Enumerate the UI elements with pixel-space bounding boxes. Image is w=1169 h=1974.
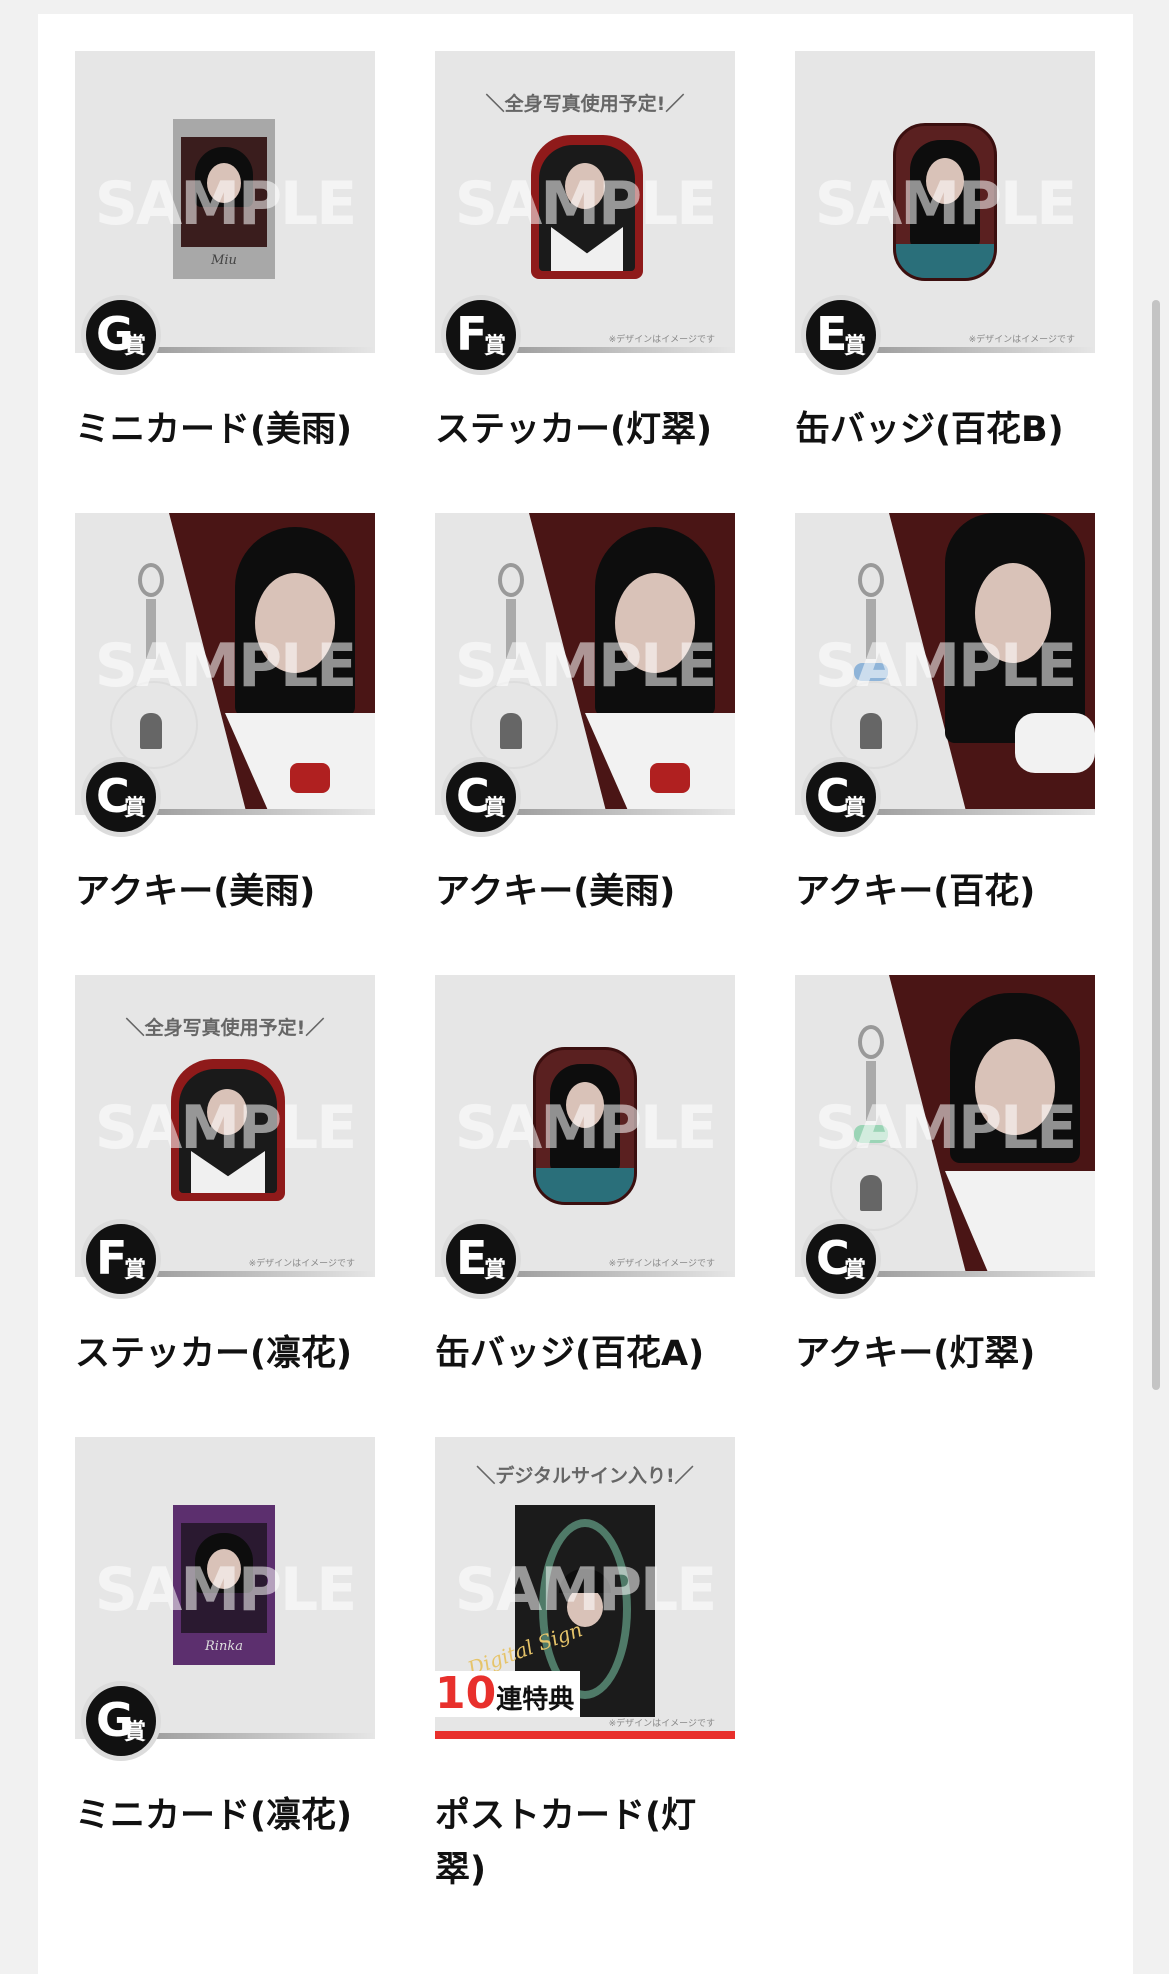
design-note: ※デザインはイメージです (248, 1259, 355, 1269)
sample-watermark: SAMPLE (94, 631, 358, 701)
product-image: SAMPLE C賞 (435, 513, 735, 837)
product-image: Rinka SAMPLE G賞 (75, 1437, 375, 1761)
product-name[interactable]: アクキー(百花) (795, 865, 1095, 919)
prize-badge: G賞 (81, 1681, 161, 1761)
product-name[interactable]: 缶バッジ(百花B) (795, 403, 1095, 457)
caption-text: ＼全身写真使用予定!／ (125, 1017, 325, 1039)
prize-badge: C賞 (441, 757, 521, 837)
divider-line (495, 809, 735, 815)
sample-watermark: SAMPLE (454, 169, 718, 239)
product-name[interactable]: 缶バッジ(百花A) (435, 1327, 735, 1381)
divider-line (855, 809, 1095, 815)
product-image: ＼デジタルサイン入り!／ Digital Sign SAMPLE 10連特典 ※… (435, 1437, 735, 1739)
product-name[interactable]: ミニカード(凛花) (75, 1789, 375, 1843)
product-image: SAMPLE C賞 (795, 975, 1095, 1299)
prize-badge: C賞 (81, 757, 161, 837)
prize-badge: C賞 (801, 1219, 881, 1299)
caption-text: ＼デジタルサイン入り!／ (476, 1465, 694, 1487)
design-note: ※デザインはイメージです (608, 1259, 715, 1269)
divider-line (135, 809, 375, 815)
divider-line (135, 347, 375, 353)
product-image: ＼全身写真使用予定!／ SAMPLE ※デザインはイメージです F賞 (75, 975, 375, 1299)
sample-watermark: SAMPLE (94, 1093, 358, 1163)
product-image: SAMPLE C賞 (75, 513, 375, 837)
caption-text: ＼全身写真使用予定!／ (485, 93, 685, 115)
product-name[interactable]: ミニカード(美雨) (75, 403, 375, 457)
card-name-label: Rinka (205, 1639, 243, 1654)
divider-line (495, 347, 735, 353)
prize-badge: E賞 (801, 295, 881, 375)
product-name[interactable]: アクキー(美雨) (75, 865, 375, 919)
product-image: SAMPLE ※デザインはイメージです E賞 (435, 975, 735, 1299)
sample-watermark: SAMPLE (814, 169, 1078, 239)
prize-badge: C賞 (801, 757, 881, 837)
sample-watermark: SAMPLE (454, 1093, 718, 1163)
product-image: SAMPLE C賞 (795, 513, 1095, 837)
divider-line (135, 1733, 375, 1739)
bonus-label: 10連特典 (435, 1671, 581, 1717)
bonus-underline (435, 1731, 735, 1739)
prize-badge: F賞 (441, 295, 521, 375)
product-name[interactable]: アクキー(灯翠) (795, 1327, 1095, 1381)
card-name-label: Miu (211, 253, 237, 268)
prize-badge: E賞 (441, 1219, 521, 1299)
sample-watermark: SAMPLE (814, 631, 1078, 701)
prize-badge: G賞 (81, 295, 161, 375)
design-note: ※デザインはイメージです (608, 335, 715, 345)
product-name[interactable]: ポストカード(灯翠) (435, 1789, 715, 1897)
product-image: ＼全身写真使用予定!／ SAMPLE ※デザインはイメージです F賞 (435, 51, 735, 375)
divider-line (855, 347, 1095, 353)
product-image: SAMPLE ※デザインはイメージです E賞 (795, 51, 1095, 375)
sample-watermark: SAMPLE (94, 169, 358, 239)
prize-badge: F賞 (81, 1219, 161, 1299)
product-name[interactable]: アクキー(美雨) (435, 865, 735, 919)
sample-watermark: SAMPLE (814, 1093, 1078, 1163)
design-note: ※デザインはイメージです (968, 335, 1075, 345)
product-name[interactable]: ステッカー(凛花) (75, 1327, 375, 1381)
design-note: ※デザインはイメージです (608, 1719, 715, 1729)
sample-watermark: SAMPLE (454, 631, 718, 701)
product-image: Miu SAMPLE G賞 (75, 51, 375, 375)
sample-watermark: SAMPLE (454, 1555, 718, 1625)
product-name[interactable]: ステッカー(灯翠) (435, 403, 735, 457)
divider-line (855, 1271, 1095, 1277)
sample-watermark: SAMPLE (94, 1555, 358, 1625)
scrollbar-thumb[interactable] (1152, 300, 1160, 1390)
divider-line (495, 1271, 735, 1277)
divider-line (135, 1271, 375, 1277)
